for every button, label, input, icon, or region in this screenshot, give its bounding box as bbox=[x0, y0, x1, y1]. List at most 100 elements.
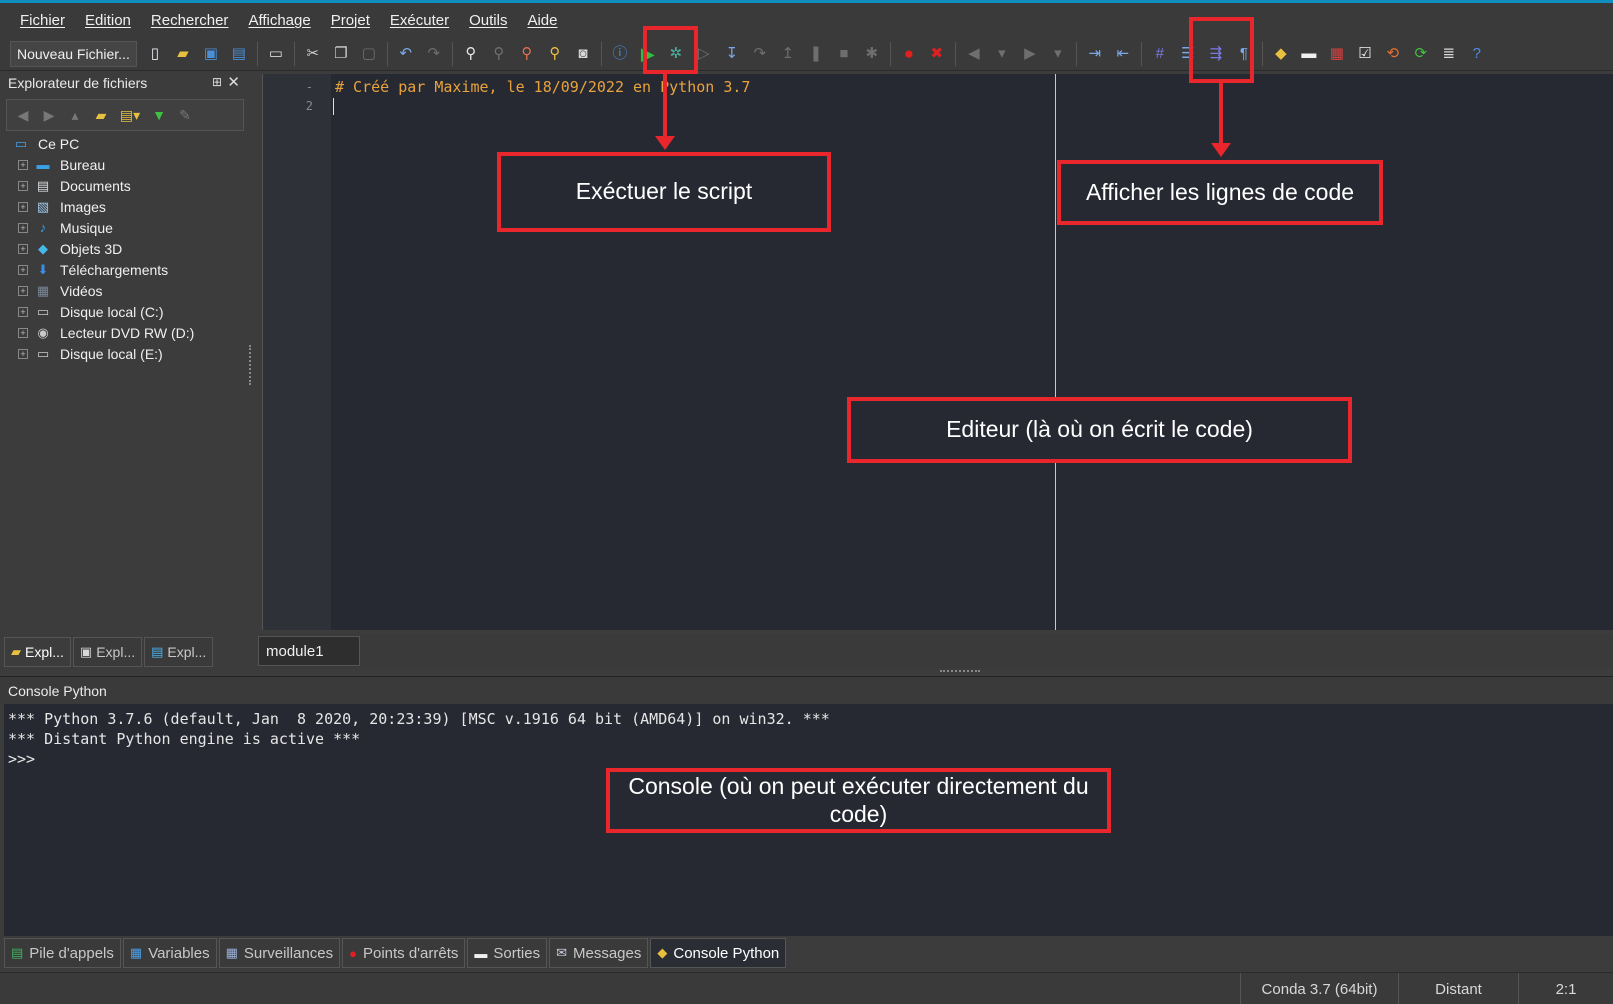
tree-item[interactable]: + ◆ Objets 3D bbox=[4, 238, 248, 259]
expand-icon[interactable]: + bbox=[18, 222, 28, 233]
back-icon[interactable]: ◀ bbox=[962, 42, 986, 66]
breakpoint-icon[interactable]: ● bbox=[897, 42, 921, 66]
filter-icon[interactable]: ▼ bbox=[147, 103, 171, 127]
expand-icon[interactable]: + bbox=[18, 201, 28, 212]
step-out-icon[interactable]: ↥ bbox=[776, 42, 800, 66]
back-icon[interactable]: ◀ bbox=[11, 103, 35, 127]
comment-icon[interactable]: # bbox=[1148, 42, 1172, 66]
expand-icon[interactable]: + bbox=[18, 180, 28, 191]
tab-messages[interactable]: ✉ Messages bbox=[549, 938, 649, 968]
redo-icon[interactable]: ↷ bbox=[422, 42, 446, 66]
forward-icon[interactable]: ▶ bbox=[1018, 42, 1042, 66]
tree-item[interactable]: + ▭ Disque local (C:) bbox=[4, 301, 248, 322]
checklist-icon[interactable]: ☑ bbox=[1353, 42, 1377, 66]
menu-rechercher[interactable]: Rechercher bbox=[141, 12, 239, 29]
new-file-button[interactable]: Nouveau Fichier... bbox=[10, 40, 137, 67]
code-editor[interactable]: - 2 # Créé par Maxime, le 18/09/2022 en … bbox=[262, 74, 1613, 630]
undo-icon[interactable]: ↶ bbox=[394, 42, 418, 66]
tab-module1[interactable]: module1 bbox=[258, 636, 360, 666]
replace-icon[interactable]: ⚲ bbox=[515, 42, 539, 66]
command-prompt-icon[interactable]: ▬ bbox=[1297, 42, 1321, 66]
print-icon[interactable]: ▭ bbox=[264, 42, 288, 66]
step-over-icon[interactable]: ↷ bbox=[748, 42, 772, 66]
open-folder-icon[interactable]: ▰ bbox=[89, 103, 113, 127]
back-dropdown-icon[interactable]: ▾ bbox=[990, 42, 1014, 66]
screenshot-icon[interactable]: ◙ bbox=[571, 42, 595, 66]
tab-watches[interactable]: ▦ Surveillances bbox=[218, 938, 341, 968]
expand-icon[interactable]: + bbox=[18, 243, 28, 254]
info-icon[interactable]: ⓘ bbox=[608, 42, 632, 66]
new-document-icon[interactable]: ▯ bbox=[143, 42, 167, 66]
tree-item-this-pc[interactable]: ▭ Ce PC bbox=[4, 133, 248, 154]
save-icon[interactable]: ▣ bbox=[199, 42, 223, 66]
menu-affichage[interactable]: Affichage bbox=[238, 12, 320, 29]
status-mode[interactable]: Distant bbox=[1398, 973, 1518, 1004]
images-icon: ▧ bbox=[36, 198, 50, 214]
expand-icon[interactable]: + bbox=[18, 264, 28, 275]
tab-output[interactable]: ▬ Sorties bbox=[467, 938, 548, 968]
cut-icon[interactable]: ✂ bbox=[301, 42, 325, 66]
tree-item[interactable]: + ♪ Musique bbox=[4, 217, 248, 238]
help-icon[interactable]: ? bbox=[1465, 42, 1489, 66]
reload-icon[interactable]: ⟲ bbox=[1381, 42, 1405, 66]
expand-icon[interactable]: + bbox=[18, 159, 28, 170]
close-icon[interactable]: ✕ bbox=[227, 73, 240, 91]
vertical-splitter[interactable] bbox=[249, 345, 253, 385]
python-icon[interactable]: ◆ bbox=[1269, 42, 1293, 66]
indent-icon[interactable]: ⇥ bbox=[1083, 42, 1107, 66]
tree-item[interactable]: + ▤ Documents bbox=[4, 175, 248, 196]
stop-icon[interactable]: ■ bbox=[832, 42, 856, 66]
tree-item[interactable]: + ▧ Images bbox=[4, 196, 248, 217]
horizontal-splitter[interactable] bbox=[940, 670, 980, 673]
refresh-icon[interactable]: ⟳ bbox=[1409, 42, 1433, 66]
pin-icon[interactable]: ⊞ bbox=[212, 75, 222, 89]
tab-explorer-2[interactable]: ▣ Expl... bbox=[72, 637, 143, 667]
up-icon[interactable]: ▴ bbox=[63, 103, 87, 127]
settings-icon[interactable]: ✎ bbox=[173, 103, 197, 127]
find-next-icon[interactable]: ⚲ bbox=[487, 42, 511, 66]
find-icon[interactable]: ⚲ bbox=[459, 42, 483, 66]
find-in-files-icon[interactable]: ⚲ bbox=[543, 42, 567, 66]
tab-variables[interactable]: ▦ Variables bbox=[122, 938, 217, 968]
tree-item[interactable]: + ◉ Lecteur DVD RW (D:) bbox=[4, 322, 248, 343]
tab-explorer-1[interactable]: ▰ Expl... bbox=[4, 637, 71, 667]
menu-outils[interactable]: Outils bbox=[459, 12, 517, 29]
pause-icon[interactable]: ❚ bbox=[804, 42, 828, 66]
tree-item-label: Lecteur DVD RW (D:) bbox=[60, 324, 195, 341]
open-folder-icon[interactable]: ▰ bbox=[171, 42, 195, 66]
expand-icon[interactable]: + bbox=[18, 306, 28, 317]
layout-icon[interactable]: ▦ bbox=[1325, 42, 1349, 66]
clear-breakpoints-icon[interactable]: ✖ bbox=[925, 42, 949, 66]
abort-icon[interactable]: ✱ bbox=[860, 42, 884, 66]
tree-item[interactable]: + ⬇ Téléchargements bbox=[4, 259, 248, 280]
tab-python-console[interactable]: ◆ Console Python bbox=[650, 938, 787, 968]
tree-item[interactable]: + ▦ Vidéos bbox=[4, 280, 248, 301]
tree-item[interactable]: + ▭ Disque local (E:) bbox=[4, 343, 248, 364]
copy-icon[interactable]: ❐ bbox=[329, 42, 353, 66]
menu-projet[interactable]: Projet bbox=[321, 12, 380, 29]
forward-icon[interactable]: ▶ bbox=[37, 103, 61, 127]
status-interpreter[interactable]: Conda 3.7 (64bit) bbox=[1240, 973, 1398, 1004]
paste-icon[interactable]: ▢ bbox=[357, 42, 381, 66]
menu-fichier[interactable]: Fichier bbox=[10, 12, 75, 29]
database-icon[interactable]: ≣ bbox=[1437, 42, 1461, 66]
tab-explorer-3[interactable]: ▤ Expl... bbox=[144, 637, 214, 667]
forward-dropdown-icon[interactable]: ▾ bbox=[1046, 42, 1070, 66]
tab-call-stack[interactable]: ▤ Pile d'appels bbox=[4, 938, 121, 968]
tree-item[interactable]: + ▬ Bureau bbox=[4, 154, 248, 175]
menu-executer[interactable]: Exécuter bbox=[380, 12, 459, 29]
dvd-drive-icon: ◉ bbox=[37, 324, 49, 340]
console-prompt: >>> bbox=[8, 750, 36, 768]
expand-icon[interactable]: + bbox=[18, 327, 28, 338]
menu-edition[interactable]: Edition bbox=[75, 12, 141, 29]
menu-aide[interactable]: Aide bbox=[517, 12, 567, 29]
dedent-icon[interactable]: ⇤ bbox=[1111, 42, 1135, 66]
expand-icon[interactable]: + bbox=[18, 285, 28, 296]
line-numbers-callout: Afficher les lignes de code bbox=[1057, 160, 1383, 225]
step-into-icon[interactable]: ↧ bbox=[720, 42, 744, 66]
save-all-icon[interactable]: ▤ bbox=[227, 42, 251, 66]
tab-breakpoints[interactable]: ● Points d'arrêts bbox=[342, 938, 466, 968]
tree-item-label: Objets 3D bbox=[60, 240, 123, 257]
expand-icon[interactable]: + bbox=[18, 348, 28, 359]
view-options-icon[interactable]: ▤▾ bbox=[115, 103, 145, 127]
